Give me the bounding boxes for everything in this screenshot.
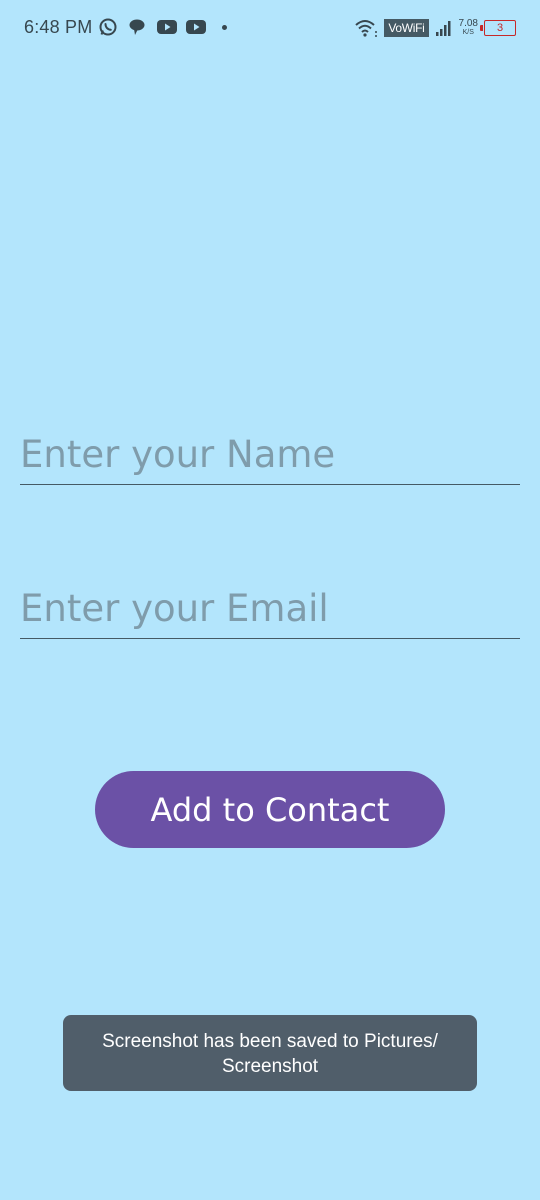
chat-bubble-icon — [127, 17, 147, 37]
email-field-container — [20, 578, 520, 639]
name-field-container — [20, 424, 520, 485]
network-speed-value: 7.08 — [458, 18, 478, 29]
email-input[interactable] — [20, 578, 520, 638]
youtube-icon — [156, 17, 177, 37]
network-speed-unit: K/S — [462, 29, 474, 36]
wifi-icon — [354, 17, 378, 39]
network-speed: 7.08 K/S — [459, 19, 478, 37]
battery-indicator: 3 — [480, 20, 516, 36]
more-notifications-dot — [222, 24, 227, 30]
status-time: 6:48 PM — [24, 17, 93, 37]
notification-icons — [98, 16, 227, 38]
status-bar: 6:48 PM VoWiFi 7.08 K/S 3 — [0, 0, 540, 56]
toast-message: Screenshot has been saved to Pictures/ S… — [63, 1015, 477, 1091]
add-to-contact-button[interactable]: Add to Contact — [95, 771, 445, 848]
name-input[interactable] — [20, 424, 520, 484]
whatsapp-icon — [98, 17, 118, 37]
youtube-icon — [185, 17, 206, 37]
vowifi-badge: VoWiFi — [384, 19, 429, 37]
system-status-icons: VoWiFi 7.08 K/S 3 — [354, 14, 516, 42]
signal-icon — [435, 18, 453, 38]
battery-level: 3 — [496, 22, 504, 34]
